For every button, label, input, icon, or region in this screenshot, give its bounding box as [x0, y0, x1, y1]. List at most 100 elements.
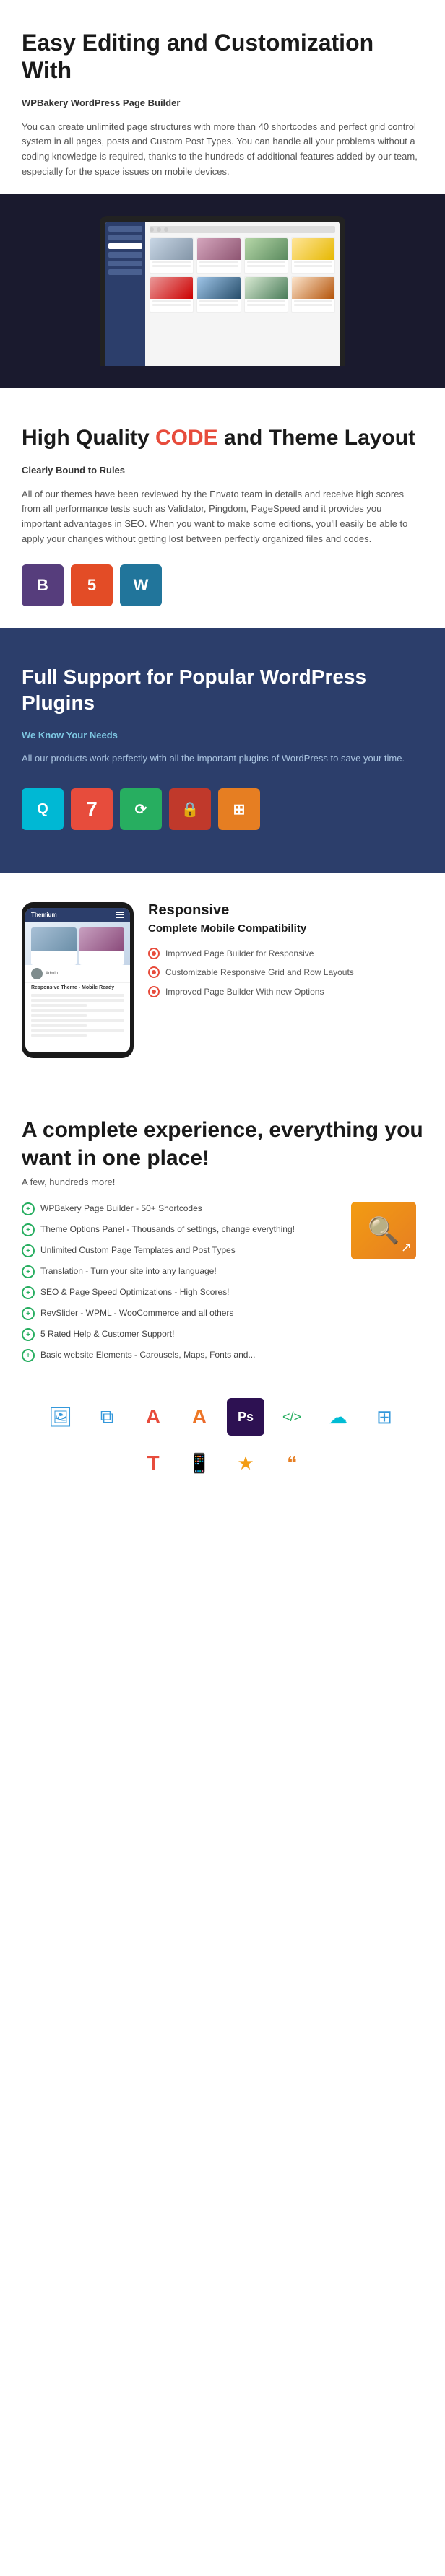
menu-line-3 [116, 917, 124, 918]
phone-hero-card-1 [31, 927, 77, 965]
lock-plugin-icon: 🔒 [169, 788, 211, 830]
responsive-feature-1: Improved Page Builder for Responsive [148, 948, 423, 960]
exp-text-6: RevSlider - WPML - WooCommerce and all o… [40, 1306, 233, 1319]
quill-plugin-icon: Q [22, 788, 64, 830]
bottom-icon-image: 🖼 [42, 1398, 79, 1436]
laptop-card-1 [150, 237, 194, 274]
responsive-feature-2: Customizable Responsive Grid and Row Lay… [148, 966, 423, 979]
laptop-card-8 [291, 276, 335, 313]
section-experience: A complete experience, everything you wa… [0, 1087, 445, 1384]
feature-text-2: Customizable Responsive Grid and Row Lay… [165, 966, 354, 979]
laptop-card-5 [150, 276, 194, 313]
exp-item-6: RevSlider - WPML - WooCommerce and all o… [22, 1306, 340, 1320]
exp-item-8: Basic website Elements - Carousels, Maps… [22, 1348, 340, 1362]
experience-row: WPBakery Page Builder - 50+ Shortcodes T… [22, 1202, 423, 1369]
laptop-card-6 [196, 276, 241, 313]
tech-icons-row: B 5 W [22, 564, 423, 606]
exp-plus-icon-1 [22, 1202, 35, 1215]
phone-text-line-8 [31, 1029, 124, 1032]
section-bottom-icons: 🖼 ⧉ A A Ps </> ☁ ⊞ T 📱 ★ ❝ [0, 1384, 445, 1511]
feature-text-1: Improved Page Builder for Responsive [165, 948, 314, 960]
seven-plugin-icon: 7 [71, 788, 113, 830]
laptop-screen [105, 222, 340, 366]
responsive-title: Responsive [148, 902, 423, 919]
experience-list: WPBakery Page Builder - 50+ Shortcodes T… [22, 1202, 340, 1369]
exp-item-5: SEO & Page Speed Optimizations - High Sc… [22, 1285, 340, 1299]
phone-user-label: Admin [46, 972, 58, 976]
exp-item-1: WPBakery Page Builder - 50+ Shortcodes [22, 1202, 340, 1215]
exp-item-4: Translation - Turn your site into any la… [22, 1265, 340, 1278]
exp-text-1: WPBakery Page Builder - 50+ Shortcodes [40, 1202, 202, 1215]
exp-plus-icon-8 [22, 1349, 35, 1362]
refresh-plugin-icon: ⟳ [120, 788, 162, 830]
section-code: High Quality CODE and Theme Layout Clear… [0, 388, 445, 628]
wordpress-icon: W [120, 564, 162, 606]
exp-plus-icon-4 [22, 1265, 35, 1278]
laptop-card-4 [291, 237, 335, 274]
experience-decorative-image: 🔍 ↗ [351, 1202, 416, 1259]
support-subtitle: We Know Your Needs [22, 728, 423, 743]
section-editing: Easy Editing and Customization With WPBa… [0, 0, 445, 180]
laptop-card-7 [244, 276, 288, 313]
exp-text-8: Basic website Elements - Carousels, Maps… [40, 1348, 255, 1361]
phone-menu-icon [116, 912, 124, 918]
code-subtitle: Clearly Bound to Rules [22, 463, 423, 479]
bottom-icon-gradient-a: A [181, 1398, 218, 1436]
bottom-icon-star: ★ [227, 1444, 264, 1482]
menu-line-1 [116, 912, 124, 913]
sidebar-item-2 [108, 235, 142, 240]
bottom-icon-T: T [134, 1444, 172, 1482]
laptop-top-bar [150, 226, 335, 233]
laptop-main-area [145, 222, 340, 366]
laptop-sidebar [105, 222, 145, 366]
section-support: Full Support for Popular WordPress Plugi… [0, 628, 445, 873]
responsive-feature-3: Improved Page Builder With new Options [148, 986, 423, 998]
html5-icon: 5 [71, 564, 113, 606]
sidebar-item-1 [108, 226, 142, 232]
phone-avatar [31, 968, 43, 979]
exp-text-7: 5 Rated Help & Customer Support! [40, 1327, 174, 1340]
phone-text-line-3 [31, 1004, 87, 1007]
exp-text-5: SEO & Page Speed Optimizations - High Sc… [40, 1285, 229, 1298]
responsive-info: Responsive Complete Mobile Compatibility… [148, 902, 423, 1005]
code-title-part2: and Theme Layout [218, 426, 415, 450]
responsive-subtitle: Complete Mobile Compatibility [148, 922, 423, 936]
exp-plus-icon-6 [22, 1307, 35, 1320]
check-icon-2 [148, 966, 160, 978]
phone-avatar-row: Admin [25, 965, 130, 983]
experience-image-area: 🔍 ↗ [351, 1202, 423, 1259]
exp-plus-icon-3 [22, 1244, 35, 1257]
laptop-card-3 [244, 237, 288, 274]
support-description: All our products work perfectly with all… [22, 751, 423, 767]
experience-items: WPBakery Page Builder - 50+ Shortcodes T… [22, 1202, 340, 1362]
bottom-icon-text-a: A [134, 1398, 172, 1436]
phone-hero-area [25, 922, 130, 965]
sidebar-item-3 [108, 243, 142, 249]
code-description: All of our themes have been reviewed by … [22, 487, 423, 547]
phone-logo: Themium [31, 912, 57, 918]
exp-text-3: Unlimited Custom Page Templates and Post… [40, 1244, 236, 1257]
sidebar-item-5 [108, 261, 142, 266]
editing-title: Easy Editing and Customization With [22, 29, 423, 84]
sidebar-item-6 [108, 269, 142, 275]
code-title-part1: High Quality [22, 426, 155, 450]
phone-text-line-9 [31, 1034, 87, 1037]
section-responsive: Themium Admin Responsive Theme - Mobile … [0, 873, 445, 1087]
bottom-icon-quote: ❝ [273, 1444, 311, 1482]
code-title: High Quality CODE and Theme Layout [22, 424, 423, 452]
bottom-icon-grid-small: ⊞ [366, 1398, 403, 1436]
phone-text-line-2 [31, 999, 124, 1002]
editing-description: You can create unlimited page structures… [22, 120, 423, 180]
phone-card-title: Responsive Theme - Mobile Ready [25, 983, 130, 991]
feature-text-3: Improved Page Builder With new Options [165, 986, 324, 998]
few-more-label: A few, hundreds more! [22, 1176, 423, 1187]
check-icon-3 [148, 986, 160, 997]
bottom-icons-grid: 🖼 ⧉ A A Ps </> ☁ ⊞ T 📱 ★ ❝ [22, 1398, 423, 1482]
editing-subtitle: WPBakery WordPress Page Builder [22, 96, 423, 111]
exp-plus-icon-7 [22, 1328, 35, 1341]
bottom-icon-code: </> [273, 1398, 311, 1436]
experience-title: A complete experience, everything you wa… [22, 1116, 423, 1172]
bottom-icon-layers: ⧉ [88, 1398, 126, 1436]
phone-text-line-7 [31, 1024, 87, 1027]
exp-item-3: Unlimited Custom Page Templates and Post… [22, 1244, 340, 1257]
